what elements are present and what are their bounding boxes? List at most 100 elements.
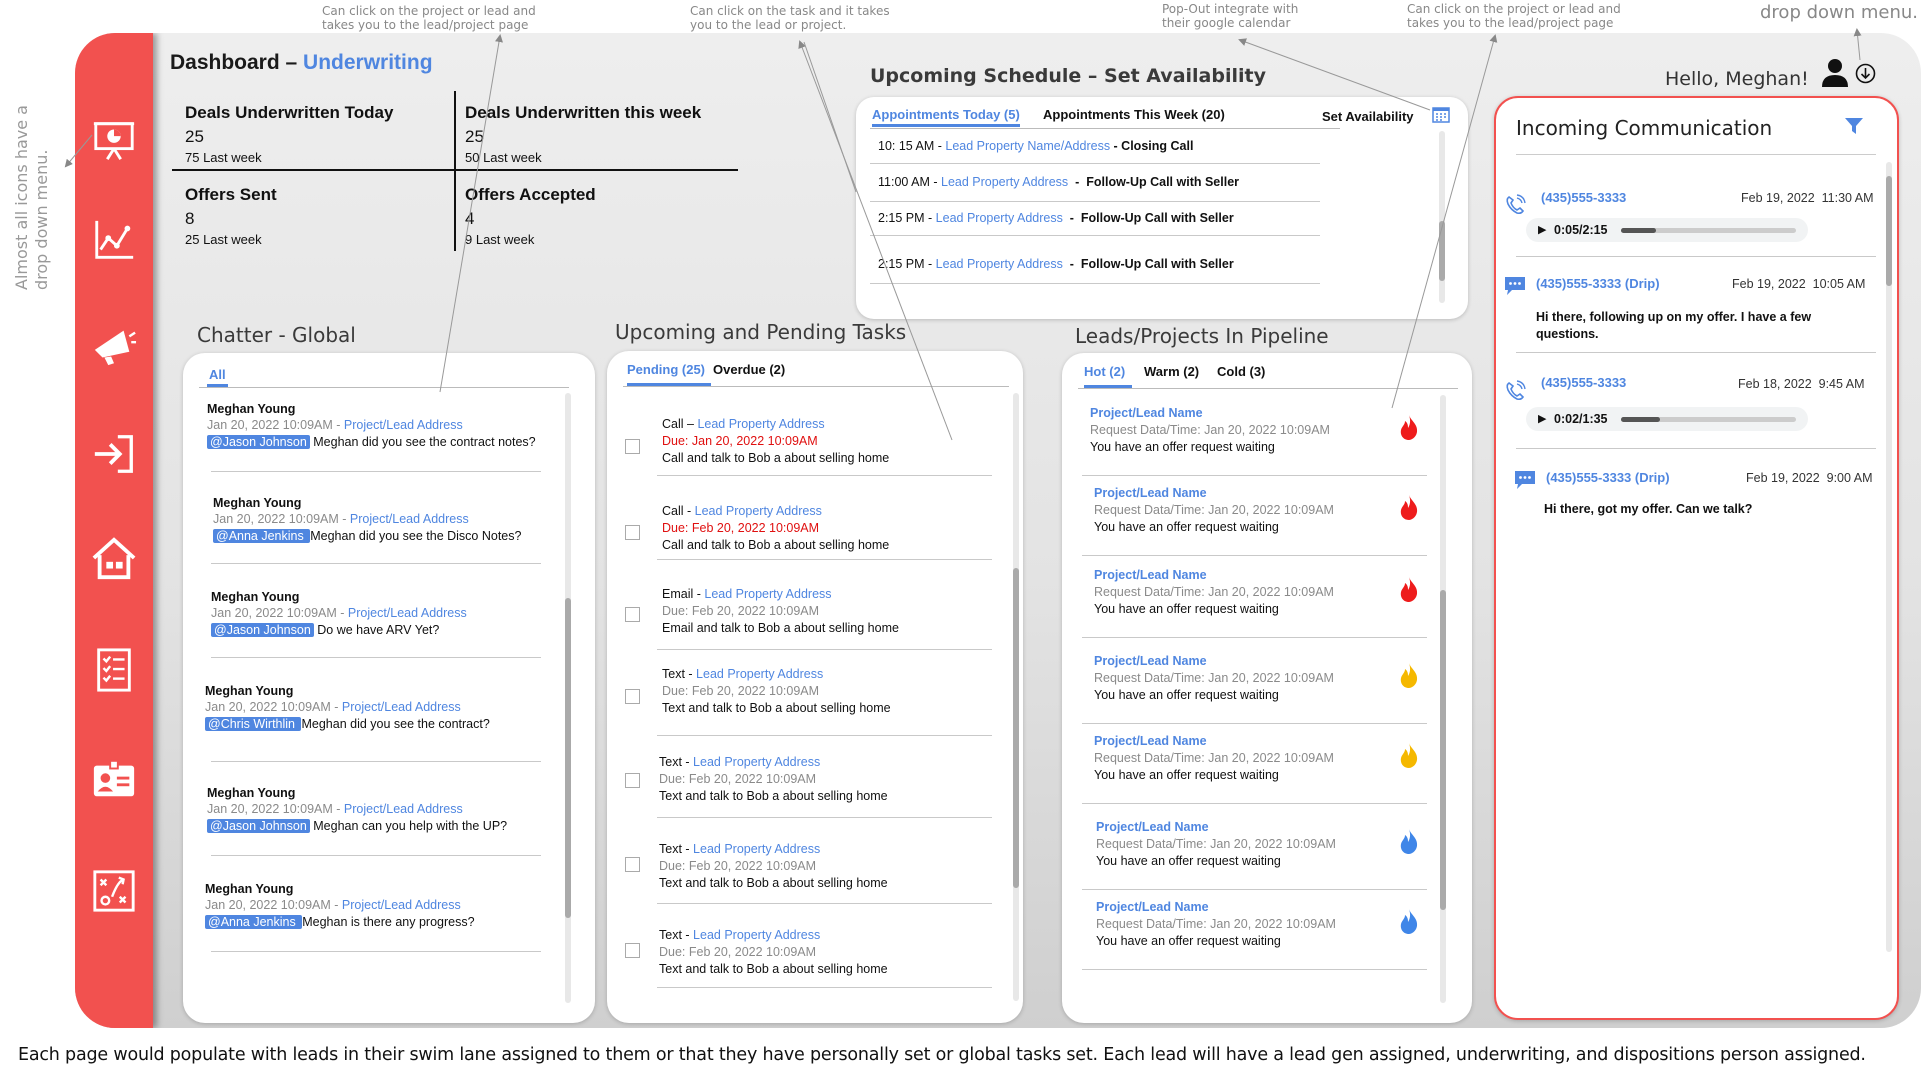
lead-name[interactable]: Project/Lead Name — [1096, 899, 1426, 916]
pipeline-item[interactable]: Project/Lead Name Request Data/Time: Jan … — [1094, 485, 1424, 536]
checklist-icon[interactable] — [89, 645, 139, 695]
pipeline-item[interactable]: Project/Lead Name Request Data/Time: Jan … — [1096, 899, 1426, 950]
pipeline-item[interactable]: Project/Lead Name Request Data/Time: Jan … — [1090, 405, 1420, 456]
annotation-dropdown: drop down menu. — [1760, 2, 1919, 23]
task-item[interactable]: Text - Lead Property Address Due: Feb 20… — [662, 666, 891, 717]
annotation-sidebar: Almost all icons have a drop down menu. — [12, 105, 51, 290]
footer-note: Each page would populate with leads in t… — [18, 1045, 1866, 1065]
schedule-item[interactable]: 2:15 PM - Lead Property Address - Follow… — [878, 211, 1234, 225]
request-time: Request Data/Time: Jan 20, 2022 10:09AM — [1094, 751, 1334, 765]
task-checkbox[interactable] — [625, 857, 640, 872]
set-availability-button[interactable]: Set Availability — [1322, 107, 1450, 124]
task-checkbox[interactable] — [625, 439, 640, 454]
chatter-item[interactable]: Meghan Young Jan 20, 2022 10:09AM - Proj… — [205, 683, 555, 732]
mention-tag: @Anna Jenkins — [205, 915, 303, 929]
tab-appointments-today[interactable]: Appointments Today (5) — [872, 107, 1020, 129]
task-checkbox[interactable] — [625, 773, 640, 788]
task-item[interactable]: Text - Lead Property Address Due: Feb 20… — [659, 927, 888, 978]
communication-title: Incoming Communication — [1516, 116, 1773, 140]
audio-player[interactable]: ▶ 0:02/1:35 — [1526, 407, 1808, 431]
tab-pipeline-cold[interactable]: Cold (3) — [1217, 364, 1265, 379]
offer-status: You have an offer request waiting — [1094, 602, 1279, 616]
hot-flame-icon — [1400, 495, 1418, 520]
pipeline-item[interactable]: Project/Lead Name Request Data/Time: Jan … — [1094, 653, 1424, 704]
audio-player[interactable]: ▶ 0:05/2:15 — [1526, 218, 1808, 242]
chatter-card: All Meghan Young Jan 20, 2022 10:09AM - … — [183, 353, 595, 1023]
pipeline-item[interactable]: Project/Lead Name Request Data/Time: Jan … — [1096, 819, 1426, 870]
hot-flame-icon — [1400, 577, 1418, 602]
tab-chatter-all[interactable]: All — [207, 367, 228, 387]
play-icon[interactable]: ▶ — [1538, 223, 1546, 236]
task-item[interactable]: Email - Lead Property Address Due: Feb 2… — [662, 586, 899, 637]
task-checkbox[interactable] — [625, 525, 640, 540]
lead-name[interactable]: Project/Lead Name — [1094, 485, 1424, 502]
filter-icon[interactable] — [1844, 116, 1864, 136]
lead-name[interactable]: Project/Lead Name — [1094, 733, 1424, 750]
cold-flame-icon — [1400, 829, 1418, 854]
task-item[interactable]: Call - Lead Property Address Due: Feb 20… — [662, 503, 889, 554]
pipeline-item[interactable]: Project/Lead Name Request Data/Time: Jan … — [1094, 567, 1424, 618]
user-avatar-icon[interactable] — [1820, 57, 1850, 89]
chatter-title: Chatter - Global — [197, 323, 356, 347]
contact-card-icon[interactable] — [89, 755, 139, 805]
home-icon[interactable] — [89, 533, 139, 583]
tab-tasks-overdue[interactable]: Overdue (2) — [713, 362, 785, 377]
audio-time: 0:05/2:15 — [1554, 223, 1608, 237]
annotation-task-link: Can click on the task and it takes you t… — [690, 4, 890, 32]
tab-appointments-week[interactable]: Appointments This Week (20) — [1043, 107, 1225, 122]
megaphone-icon[interactable] — [89, 321, 139, 371]
caller-number[interactable]: (435)555-3333 — [1541, 190, 1626, 205]
schedule-item[interactable]: 2:15 PM - Lead Property Address - Follow… — [878, 257, 1234, 271]
lead-name[interactable]: Project/Lead Name — [1090, 405, 1420, 422]
sidebar — [75, 33, 153, 1028]
pipeline-item[interactable]: Project/Lead Name Request Data/Time: Jan … — [1094, 733, 1424, 784]
task-item[interactable]: Text - Lead Property Address Due: Feb 20… — [659, 841, 888, 892]
strategy-board-icon[interactable] — [89, 866, 139, 916]
chatter-item[interactable]: Meghan Young Jan 20, 2022 10:09AM - Proj… — [213, 495, 563, 544]
mention-tag: @Jason Johnson — [207, 819, 310, 833]
schedule-item[interactable]: 11:00 AM - Lead Property Address - Follo… — [878, 175, 1239, 189]
analytics-chart-icon[interactable] — [89, 215, 139, 265]
lead-name[interactable]: Project/Lead Name — [1094, 653, 1424, 670]
dropdown-arrow-icon[interactable] — [1855, 63, 1876, 84]
chatter-item[interactable]: Meghan Young Jan 20, 2022 10:09AM - Proj… — [207, 785, 557, 834]
request-time: Request Data/Time: Jan 20, 2022 10:09AM — [1094, 671, 1334, 685]
task-checkbox[interactable] — [625, 607, 640, 622]
greeting: Hello, Meghan! — [1665, 68, 1809, 90]
tasks-title: Upcoming and Pending Tasks — [615, 320, 907, 344]
task-checkbox[interactable] — [625, 943, 640, 958]
calendar-icon[interactable] — [1432, 106, 1450, 123]
tab-tasks-pending[interactable]: Pending (25) — [627, 362, 711, 386]
audio-progress-bar[interactable] — [1621, 228, 1796, 233]
pipeline-title: Leads/Projects In Pipeline — [1075, 324, 1329, 348]
offer-status: You have an offer request waiting — [1090, 440, 1275, 454]
tab-pipeline-hot[interactable]: Hot (2) — [1084, 364, 1132, 388]
task-item[interactable]: Call – Lead Property Address Due: Jan 20… — [662, 416, 889, 467]
task-item[interactable]: Text - Lead Property Address Due: Feb 20… — [659, 754, 888, 805]
task-checkbox[interactable] — [625, 689, 640, 704]
tab-pipeline-warm[interactable]: Warm (2) — [1144, 364, 1199, 379]
play-icon[interactable]: ▶ — [1538, 412, 1546, 425]
lead-name[interactable]: Project/Lead Name — [1096, 819, 1426, 836]
caller-number[interactable]: (435)555-3333 — [1541, 375, 1626, 390]
pipeline-card: Hot (2) Warm (2) Cold (3) Project/Lead N… — [1062, 353, 1472, 1023]
stat-offers-sent: Offers Sent 8 25 Last week — [185, 185, 277, 247]
chatter-item[interactable]: Meghan Young Jan 20, 2022 10:09AM - Proj… — [211, 589, 561, 638]
request-time: Request Data/Time: Jan 20, 2022 10:09AM — [1094, 503, 1334, 517]
mention-tag: @Anna Jenkins — [213, 529, 311, 543]
sender-number[interactable]: (435)555-3333 (Drip) — [1546, 470, 1670, 485]
page-title: Dashboard – Underwriting — [170, 51, 433, 74]
sign-in-icon[interactable] — [89, 429, 139, 479]
chatter-item[interactable]: Meghan Young Jan 20, 2022 10:09AM - Proj… — [207, 401, 557, 450]
lead-name[interactable]: Project/Lead Name — [1094, 567, 1424, 584]
audio-progress-bar[interactable] — [1621, 417, 1796, 422]
mention-tag: @Chris Wirthlin — [205, 717, 302, 731]
stats-panel: Deals Underwritten Today 25 75 Last week… — [172, 91, 738, 251]
request-time: Request Data/Time: Jan 20, 2022 10:09AM — [1096, 917, 1336, 931]
presentation-icon[interactable] — [89, 115, 139, 165]
message-icon — [1515, 471, 1535, 489]
hot-flame-icon — [1400, 415, 1418, 440]
chatter-item[interactable]: Meghan Young Jan 20, 2022 10:09AM - Proj… — [205, 881, 555, 930]
sender-number[interactable]: (435)555-3333 (Drip) — [1536, 276, 1660, 291]
schedule-item[interactable]: 10: 15 AM - Lead Property Name/Address -… — [878, 139, 1193, 153]
